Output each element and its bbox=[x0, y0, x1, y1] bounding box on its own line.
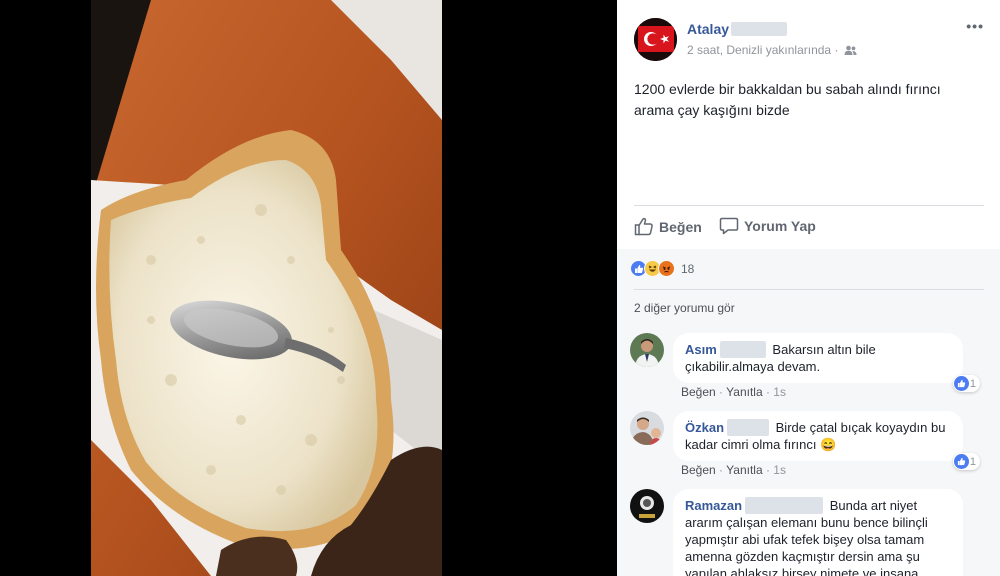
post-time[interactable]: 2 saat bbox=[687, 43, 720, 57]
post-location[interactable]: Denizli yakınlarında bbox=[726, 43, 831, 57]
divider bbox=[634, 289, 984, 290]
comment-reactions[interactable]: 1 bbox=[952, 453, 980, 470]
comment-bubble: Ramazan Bunda art niyet ararım çalışan e… bbox=[673, 489, 963, 576]
comment-bubble: Asım Bakarsın altın bile çıkabilir.almay… bbox=[673, 333, 963, 383]
more-options-button[interactable]: ••• bbox=[966, 18, 984, 34]
blurred-surname bbox=[731, 22, 788, 36]
comment-time[interactable]: 1s bbox=[773, 385, 786, 399]
commenter-avatar[interactable] bbox=[630, 489, 664, 523]
post-meta: 2 saat, Denizli yakınlarında · bbox=[687, 43, 857, 57]
author-name[interactable]: Atalay bbox=[687, 21, 788, 37]
comment-like-link[interactable]: Beğen bbox=[681, 385, 716, 399]
like-icon bbox=[953, 376, 969, 391]
blurred-surname bbox=[719, 341, 766, 358]
comment-button-label: Yorum Yap bbox=[744, 218, 816, 234]
person-avatar-icon bbox=[630, 411, 664, 445]
post-header: Atalay 2 saat, Denizli yakınlarında · ••… bbox=[617, 0, 1000, 70]
comment-reaction-count: 1 bbox=[969, 455, 976, 468]
bread-with-spoon-photo bbox=[91, 0, 442, 576]
like-icon bbox=[953, 454, 969, 469]
post-text-line-1: 1200 evlerde bir bakkaldan bu sabah alın… bbox=[634, 81, 941, 97]
meta-separator: · bbox=[834, 43, 839, 57]
person-avatar-icon bbox=[630, 489, 664, 523]
post-panel: Atalay 2 saat, Denizli yakınlarında · ••… bbox=[617, 0, 1000, 576]
comment-actions: Beğen · Yanıtla · 1s bbox=[681, 463, 786, 477]
reactions-summary[interactable]: 18 bbox=[630, 260, 694, 277]
commenter-name[interactable]: Ramazan bbox=[685, 498, 742, 513]
comment-like-link[interactable]: Beğen bbox=[681, 463, 716, 477]
commenter-name[interactable]: Asım bbox=[685, 342, 717, 357]
comment-actions: Beğen · Yanıtla · 1s bbox=[681, 385, 786, 399]
blurred-surname bbox=[727, 419, 770, 436]
angry-icon bbox=[658, 260, 675, 277]
view-more-comments-link[interactable]: 2 diğer yorumu gör bbox=[634, 301, 735, 315]
photo-viewer bbox=[0, 0, 617, 576]
comment-bubble-icon bbox=[719, 217, 739, 235]
like-button-label: Beğen bbox=[659, 218, 702, 235]
comment-bubble: Özkan Birde çatal bıçak koyaydın bu kada… bbox=[673, 411, 963, 461]
commenter-avatar[interactable] bbox=[630, 333, 664, 367]
grinning-emoji: 😄 bbox=[820, 437, 837, 452]
post-action-bar: Beğen Yorum Yap bbox=[634, 205, 984, 245]
post-text: 1200 evlerde bir bakkaldan bu sabah alın… bbox=[634, 79, 984, 121]
blurred-surname bbox=[745, 497, 824, 514]
thumbs-up-icon bbox=[634, 217, 653, 236]
comment-text: Birde çatal bıçak koyaydın bu kadar cimr… bbox=[685, 420, 946, 452]
comment-reaction-count: 1 bbox=[969, 377, 976, 390]
person-avatar-icon bbox=[630, 333, 664, 367]
author-avatar[interactable] bbox=[634, 18, 677, 61]
turkish-flag-icon bbox=[634, 18, 677, 61]
post-text-line-2: arama çay kaşığını bizde bbox=[634, 102, 790, 118]
comment-button[interactable]: Yorum Yap bbox=[719, 217, 816, 235]
like-button[interactable]: Beğen bbox=[634, 217, 702, 236]
comment-reactions[interactable]: 1 bbox=[952, 375, 980, 392]
reactions-count[interactable]: 18 bbox=[681, 262, 694, 276]
post-photo[interactable] bbox=[91, 0, 442, 576]
comment-time[interactable]: 1s bbox=[773, 463, 786, 477]
commenter-name[interactable]: Özkan bbox=[685, 420, 724, 435]
author-name-text[interactable]: Atalay bbox=[687, 21, 729, 37]
comment-reply-link[interactable]: Yanıtla bbox=[726, 463, 762, 477]
friends-audience-icon[interactable] bbox=[844, 45, 857, 56]
commenter-avatar[interactable] bbox=[630, 411, 664, 445]
comment-reply-link[interactable]: Yanıtla bbox=[726, 385, 762, 399]
comments-area: 18 2 diğer yorumu gör Asım Bakarsın altı… bbox=[617, 249, 1000, 576]
